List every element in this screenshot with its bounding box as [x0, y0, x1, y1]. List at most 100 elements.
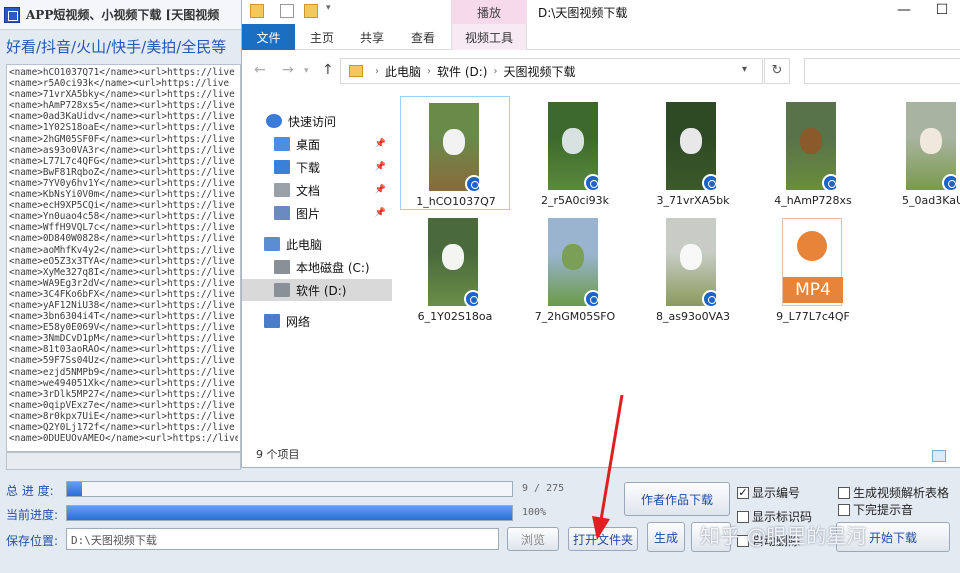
chevron-down-icon[interactable]: ▾ — [326, 3, 331, 13]
minimize-icon[interactable]: — — [894, 2, 914, 22]
current-progress-label: 当前进度: — [6, 508, 59, 522]
finish-sound-checkbox[interactable]: 下完提示音 — [838, 501, 913, 518]
log-line: <name>ezjd5NMPb9</name><url>https://live — [9, 366, 235, 378]
log-line: <name>XyMe327q8I</name><url>https://live — [9, 266, 235, 278]
video-thumbnail — [666, 218, 716, 306]
tree-item[interactable]: 桌面 📌 — [242, 133, 392, 155]
tab-view[interactable]: 查看 — [401, 24, 445, 50]
current-progress-bar — [66, 505, 513, 521]
log-line: <name>as93o0VA3r</name><url>https://live — [9, 144, 235, 156]
up-arrow-icon[interactable]: ↑ — [322, 62, 334, 78]
current-progress-text: 100% — [522, 507, 547, 518]
tab-file[interactable]: 文件 — [242, 24, 295, 50]
tab-video-tools[interactable]: 视频工具 — [451, 24, 527, 50]
log-line: <name>8r0kpx7UiE</name><url>https://live — [9, 410, 235, 422]
folder-icon[interactable] — [250, 4, 264, 18]
zhihu-watermark: 知乎 @眼里的星河 — [700, 524, 867, 548]
log-line: <name>hCO1037Q71</name><url>https://live — [9, 67, 235, 78]
tree-item[interactable]: 下载 📌 — [242, 156, 392, 178]
log-line: <name>L77L7c4QFG</name><url>https://live — [9, 155, 235, 167]
document-icon — [274, 183, 290, 197]
maximize-icon[interactable]: ☐ — [932, 2, 952, 22]
url-log-textarea[interactable]: <name>hCO1037Q71</name><url>https://live… — [6, 64, 241, 452]
chevron-right-icon: › — [375, 65, 379, 77]
video-player-badge-icon — [464, 290, 478, 306]
details-view-icon[interactable] — [932, 450, 946, 462]
total-progress-text: 9 / 275 — [522, 483, 565, 494]
tree-item[interactable]: 网络 — [242, 310, 392, 332]
file-item[interactable]: 5_0ad3KaU — [878, 96, 960, 210]
file-name: 4_hAmP728xs — [774, 194, 852, 207]
navigation-pane: 快速访问桌面 📌 下载 📌 文档 📌 图片 📌 此电脑本地磁盘 (C:) 软件 (D:) 网络 — [242, 90, 392, 440]
log-line: <name>we494051Xk</name><url>https://live — [9, 377, 235, 389]
log-line: <name>aoMhfKv4y2</name><url>https://live — [9, 244, 235, 256]
browse-button[interactable]: 浏览 — [507, 527, 559, 551]
play-context-tab[interactable]: 播放 — [451, 0, 527, 24]
file-page-icon: MP4 — [782, 218, 843, 306]
mp4-file-icon: MP4 — [782, 218, 843, 306]
file-item[interactable]: 1_hCO1037Q7 — [400, 96, 510, 210]
control-panel: 总 进 度: 9 / 275 当前进度: 100% 保存位置: D:\天图视频下… — [0, 476, 960, 573]
address-bar[interactable]: › 此电脑 › 软件 (D:) › 天图视频下载 — [340, 58, 763, 84]
animal-subject — [680, 128, 702, 154]
explorer-titlebar: ▾ 播放 D:\天图视频下载 — ☐ — [242, 0, 960, 24]
log-line: <name>0DUEUOvAMEO</name><url>https://liv… — [9, 433, 238, 445]
tree-item[interactable]: 软件 (D:) — [242, 279, 392, 301]
log-line: <name>7YV0y6hv1Y</name><url>https://live — [9, 177, 235, 189]
log-line: <name>0ad3KaUidv</name><url>https://live — [9, 111, 235, 123]
save-path-input[interactable]: D:\天图视频下载 — [66, 528, 499, 550]
tree-item-label: 本地磁盘 (C:) — [296, 260, 370, 275]
animal-subject — [443, 129, 465, 155]
file-item[interactable]: MP4 9_L77L7c4QF — [758, 212, 868, 326]
current-progress-fill — [67, 506, 512, 520]
recent-chevron-icon[interactable]: ▾ — [304, 66, 309, 76]
tree-item[interactable]: 图片 📌 — [242, 202, 392, 224]
breadcrumb-this-pc[interactable]: 此电脑 — [385, 63, 421, 80]
tree-item-label: 快速访问 — [288, 114, 337, 129]
log-line: <name>2hGM05SF0F</name><url>https://live — [9, 133, 235, 145]
tree-item-label: 图片 — [296, 206, 321, 221]
breadcrumb-drive-d[interactable]: 软件 (D:) — [437, 63, 487, 80]
forward-arrow-icon[interactable]: → — [282, 62, 294, 78]
log-line: <name>59F7Ss04Uz</name><url>https://live — [9, 355, 235, 367]
open-folder-button[interactable]: 打开文件夹 — [568, 527, 638, 551]
tree-item[interactable]: 文档 📌 — [242, 179, 392, 201]
log-line: <name>E58y0E069V</name><url>https://live — [9, 322, 235, 334]
tree-item-label: 此电脑 — [286, 237, 323, 252]
file-name: 8_as93o0VA3 — [655, 310, 731, 323]
generate-button[interactable]: 生成 — [647, 522, 685, 552]
file-item[interactable]: 7_2hGM05SFO — [520, 212, 630, 326]
tree-item[interactable]: 快速访问 — [242, 110, 392, 132]
file-item[interactable]: 3_71vrXA5bk — [638, 96, 748, 210]
log-line: <name>WA9Eg3r2dV</name><url>https://live — [9, 277, 235, 289]
file-name: 1_hCO1037Q7 — [416, 195, 496, 208]
computer-icon — [264, 237, 280, 251]
animal-subject — [562, 244, 584, 270]
author-works-download-button[interactable]: 作者作品下载 — [624, 482, 730, 516]
file-item[interactable]: 8_as93o0VA3 — [638, 212, 748, 326]
show-number-checkbox[interactable]: ✓ 显示编号 — [737, 484, 800, 501]
tree-item[interactable]: 此电脑 — [242, 233, 392, 255]
tab-home[interactable]: 主页 — [300, 24, 344, 50]
new-folder-icon[interactable] — [304, 4, 318, 18]
back-arrow-icon[interactable]: ← — [254, 62, 266, 78]
file-explorer-window: ▾ 播放 D:\天图视频下载 — ☐ 文件 主页 共享 查看 视频工具 ← → … — [241, 0, 960, 468]
search-input[interactable] — [804, 58, 960, 84]
refresh-icon[interactable]: ↻ — [764, 58, 790, 84]
log-line: <name>3rDlk5MP27</name><url>https://live — [9, 388, 235, 400]
file-item[interactable]: 6_1Y02S18oa — [400, 212, 510, 326]
log-horizontal-scrollbar[interactable] — [6, 452, 241, 470]
video-player-badge-icon — [702, 174, 716, 190]
properties-icon[interactable] — [280, 4, 294, 18]
address-dropdown-icon[interactable]: ▾ — [742, 64, 747, 75]
generate-table-checkbox[interactable]: 生成视频解析表格 — [838, 484, 949, 501]
app-titlebar: APP短视频、小视频下载 [天图视频 — [0, 0, 250, 30]
pin-icon: 📌 — [374, 208, 386, 218]
file-item[interactable]: 4_hAmP728xs — [758, 96, 868, 210]
file-item[interactable]: 2_r5A0ci93k — [520, 96, 630, 210]
breadcrumb-folder[interactable]: 天图视频下载 — [503, 63, 575, 80]
animal-subject — [442, 244, 464, 270]
file-name: 9_L77L7c4QF — [776, 310, 850, 323]
tab-share[interactable]: 共享 — [350, 24, 394, 50]
tree-item[interactable]: 本地磁盘 (C:) — [242, 256, 392, 278]
